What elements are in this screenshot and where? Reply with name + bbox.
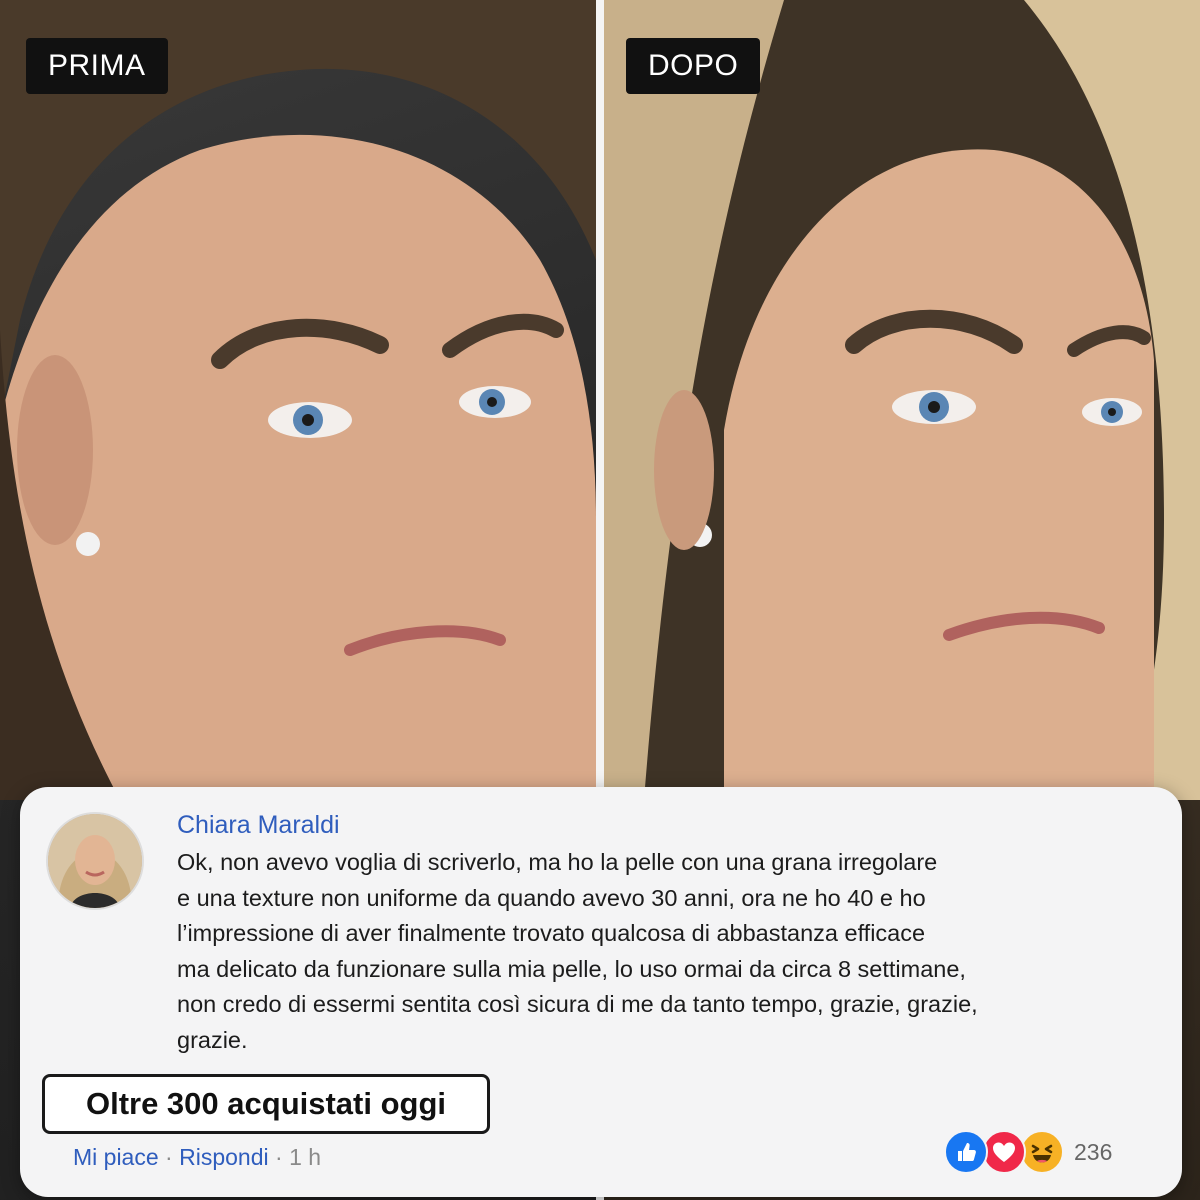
love-icon: [982, 1130, 1026, 1174]
like-link[interactable]: Mi piace: [73, 1144, 159, 1170]
comment-line: non credo di essermi sentita così sicura…: [177, 991, 978, 1018]
comment-line: Ok, non avevo voglia di scriverlo, ma ho…: [177, 849, 938, 875]
haha-icon: [1020, 1130, 1064, 1174]
avatar[interactable]: [46, 812, 144, 910]
comment-line: grazie.: [177, 1026, 248, 1053]
comment-text: Ok, non avevo voglia di scriverlo, ma ho…: [177, 845, 1082, 1059]
actions-separator: ·: [165, 1144, 180, 1170]
before-label: PRIMA: [26, 38, 168, 94]
like-icon: [944, 1130, 988, 1174]
comment-line: e una texture non uniforme da quando ave…: [177, 884, 926, 911]
reaction-count: 236: [1074, 1139, 1113, 1165]
comment-card: Chiara Maraldi Ok, non avevo voglia di s…: [20, 787, 1182, 1197]
actions-separator: ·: [275, 1144, 290, 1170]
comment-line: ma delicato da funzionare sulla mia pell…: [177, 955, 966, 982]
comment-author[interactable]: Chiara Maraldi: [177, 811, 340, 840]
comment-line: l’impressione di aver finalmente trovato…: [177, 920, 926, 947]
comment-timestamp: 1 h: [289, 1144, 322, 1170]
reply-link[interactable]: Rispondi: [179, 1144, 269, 1170]
comment-actions: Mi piace · Rispondi · 1 h: [73, 1144, 321, 1171]
purchases-badge: Oltre 300 acquistati oggi: [42, 1074, 490, 1134]
avatar-image: [48, 814, 142, 908]
after-label: DOPO: [626, 38, 761, 94]
